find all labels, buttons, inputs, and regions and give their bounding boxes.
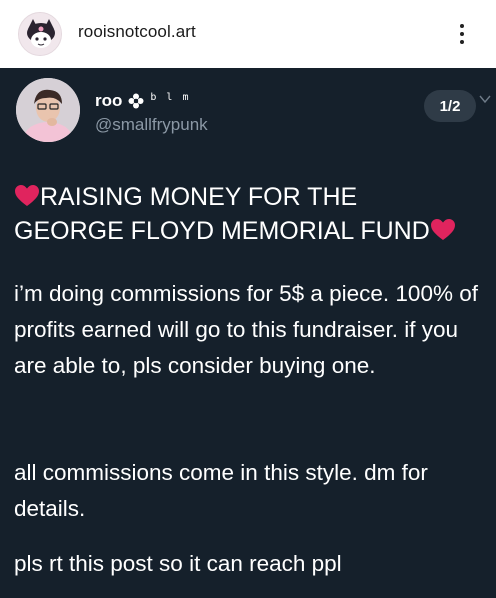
profile-avatar[interactable] (18, 12, 62, 56)
more-options-button[interactable] (452, 18, 472, 50)
tweet-paragraph-retweet: pls rt this post so it can reach ppl (14, 551, 342, 576)
name-suffix: b l m (150, 91, 191, 103)
tweet-paragraph-style: all commissions come in this style. dm f… (14, 460, 428, 521)
tweet-card: roo b l m @smallfrypunk 1/2 RAISING MONE… (0, 68, 496, 598)
headline-line-2: GEORGE FLOYD MEMORIAL FUND (14, 217, 430, 245)
headline-line-1: RAISING MONEY FOR THE (40, 183, 358, 211)
flower-icon (128, 93, 144, 109)
chevron-down-icon[interactable] (479, 94, 491, 104)
tweet-avatar[interactable] (16, 78, 80, 142)
heart-icon (15, 185, 39, 206)
kuromi-avatar-icon (19, 13, 61, 55)
post-header: rooisnotcool.art (0, 0, 496, 68)
heart-icon (430, 219, 455, 240)
more-vertical-icon (460, 24, 464, 28)
user-photo-icon (16, 78, 80, 142)
tweet-headline: RAISING MONEY FOR THE GEORGE FLOYD MEMOR… (14, 180, 490, 248)
tweet-paragraph-commissions: i’m doing commissions for 5$ a piece. 10… (14, 281, 478, 378)
display-name[interactable]: roo (95, 91, 122, 111)
header-username[interactable]: rooisnotcool.art (78, 22, 196, 42)
user-handle[interactable]: @smallfrypunk (95, 115, 208, 135)
display-name-row: roo b l m (95, 90, 191, 112)
page-indicator: 1/2 (424, 90, 476, 122)
